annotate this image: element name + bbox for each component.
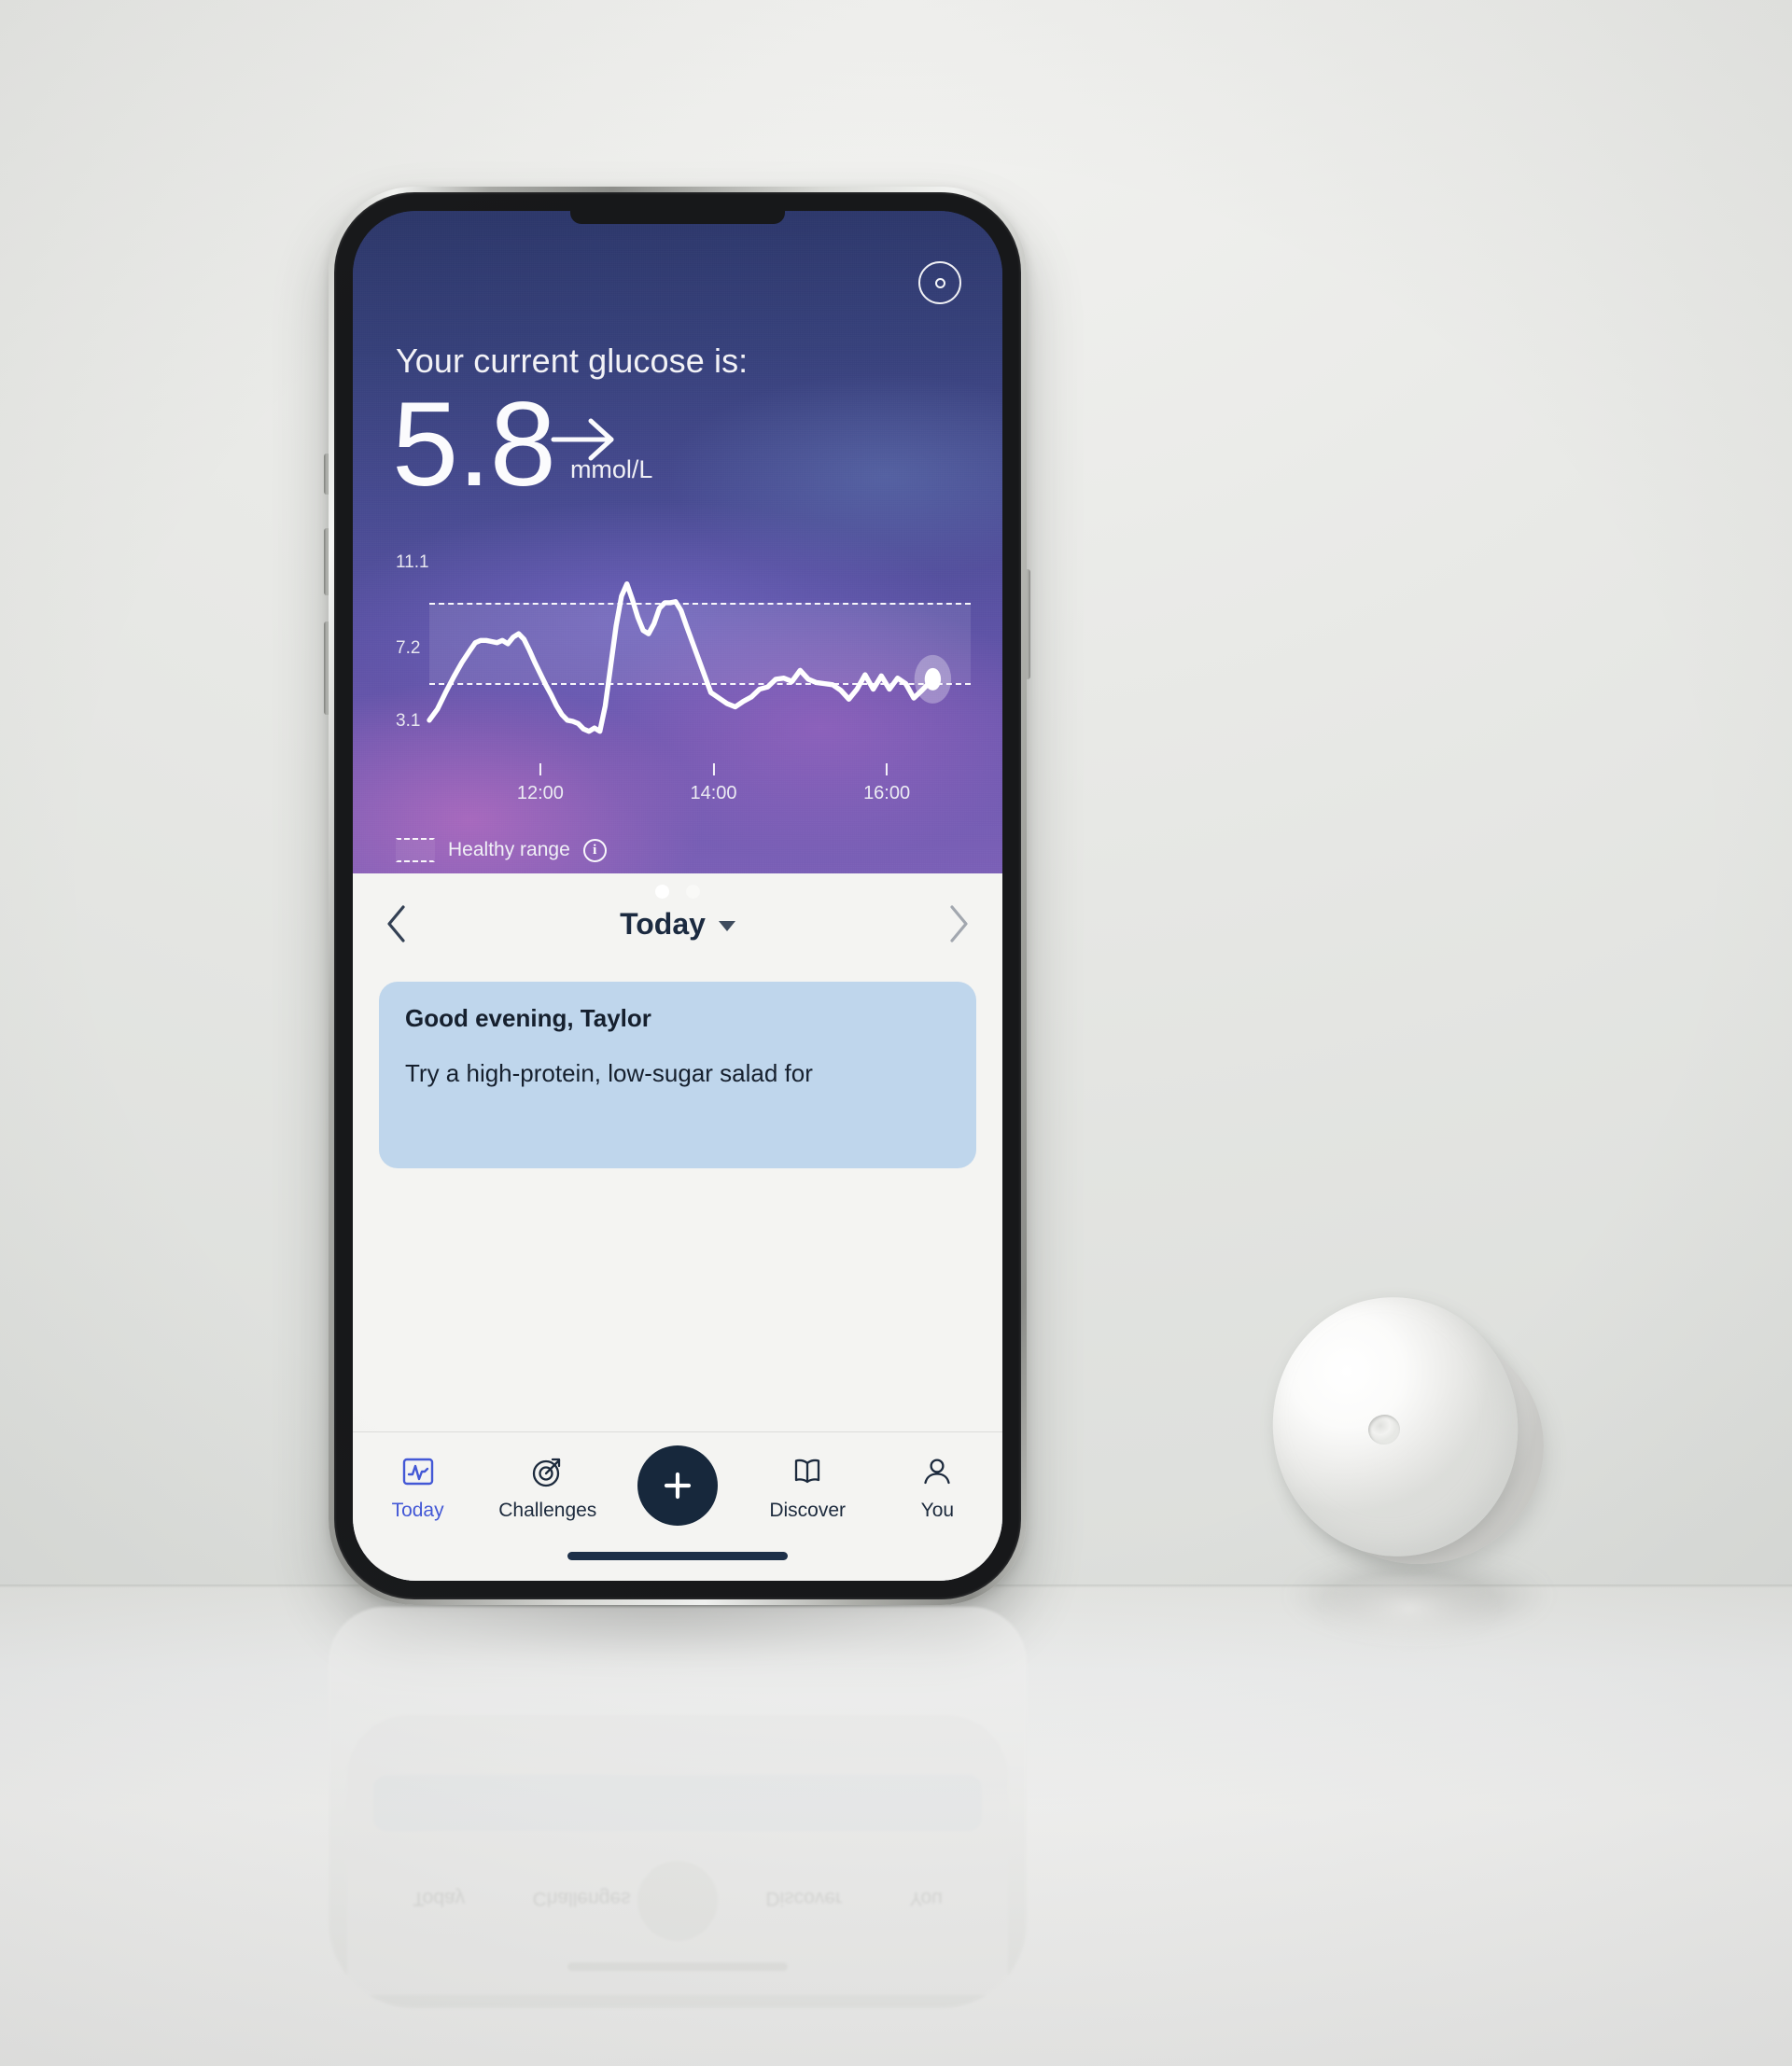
- y-axis-tick-low: 3.1: [396, 711, 421, 731]
- tab-challenges-label: Challenges: [498, 1500, 597, 1521]
- carousel-dot[interactable]: [686, 885, 700, 899]
- sensor-scan-icon[interactable]: [918, 261, 961, 304]
- x-axis-tick: 14:00: [690, 763, 737, 804]
- sensor-reflection: [1288, 1575, 1531, 1687]
- carousel-pagination[interactable]: [353, 885, 1002, 899]
- current-reading-marker: [914, 654, 952, 704]
- phone-reflection: Today Challenges Discover You: [329, 1607, 1027, 2008]
- person-icon: [920, 1453, 954, 1490]
- tab-you-label: You: [920, 1500, 955, 1521]
- phone-bezel: Your current glucose is: 5.8 mmol/L 11.1…: [334, 192, 1021, 1599]
- reflection-label-challenges: Challenges: [532, 1888, 631, 1909]
- glucose-graph-icon: [401, 1453, 435, 1490]
- target-arrow-icon: [530, 1453, 566, 1490]
- phone-screen: Your current glucose is: 5.8 mmol/L 11.1…: [353, 211, 1002, 1581]
- glucose-value: 5.8: [392, 378, 556, 511]
- reflection-tip-card: [373, 1775, 982, 1831]
- glucose-unit: mmol/L: [569, 454, 653, 483]
- x-axis-tick-label: 12:00: [516, 783, 564, 803]
- reflection-label-today: Today: [413, 1888, 466, 1909]
- tab-you[interactable]: You: [882, 1453, 992, 1522]
- reflection-sheet: Today Challenges Discover You: [347, 1715, 1008, 1995]
- reflection-tabbar: Today Challenges Discover You: [347, 1887, 1008, 1909]
- x-axis-tick: 16:00: [863, 763, 910, 804]
- marker-dot: [924, 667, 942, 691]
- chart-plot-area: [429, 562, 971, 739]
- open-book-icon: [791, 1453, 824, 1490]
- x-axis-tick-mark: [539, 763, 541, 775]
- add-entry-button[interactable]: [623, 1445, 733, 1526]
- x-axis-tick-mark: [712, 763, 715, 775]
- x-axis-tick-mark: [886, 763, 889, 775]
- x-axis-tick-label: 16:00: [863, 783, 911, 803]
- glucose-reading: 5.8 mmol/L: [392, 378, 652, 511]
- y-axis-tick-mid: 7.2: [396, 638, 421, 658]
- y-axis-tick-high: 11.1: [396, 552, 429, 572]
- tab-challenges[interactable]: Challenges: [493, 1453, 603, 1522]
- cgm-sensor-device: [1253, 1279, 1547, 1577]
- reflection-label-you: You: [909, 1888, 943, 1909]
- phone-device: Your current glucose is: 5.8 mmol/L 11.1…: [329, 187, 1027, 1605]
- tab-today[interactable]: Today: [363, 1453, 473, 1522]
- sensor-scan-dot: [934, 277, 945, 288]
- hero-content: Your current glucose is: 5.8 mmol/L 11.1…: [353, 211, 1002, 1581]
- tab-discover-label: Discover: [769, 1500, 846, 1521]
- chart-legend: Healthy range i: [396, 838, 607, 862]
- tab-today-label: Today: [391, 1500, 444, 1521]
- reflection-label-discover: Discover: [765, 1888, 843, 1909]
- phone-notch: [570, 211, 785, 224]
- info-icon[interactable]: i: [582, 838, 607, 862]
- current-glucose-label: Your current glucose is:: [396, 342, 749, 380]
- glucose-chart[interactable]: 11.1 7.2 3.1 12:00 14:00 16:00: [353, 552, 1002, 832]
- x-axis-tick: 12:00: [517, 763, 564, 804]
- dashed-band-icon: [396, 838, 435, 862]
- carousel-dot[interactable]: [655, 885, 669, 899]
- tab-discover[interactable]: Discover: [752, 1453, 862, 1522]
- x-axis-tick-label: 14:00: [690, 783, 737, 803]
- x-axis: 12:00 14:00 16:00: [429, 763, 971, 814]
- plus-icon: [637, 1445, 718, 1526]
- home-indicator[interactable]: [567, 1552, 788, 1560]
- glucose-trend: mmol/L: [551, 391, 652, 503]
- legend-label: Healthy range: [448, 839, 570, 860]
- reflection-home-indicator: [567, 1962, 788, 1971]
